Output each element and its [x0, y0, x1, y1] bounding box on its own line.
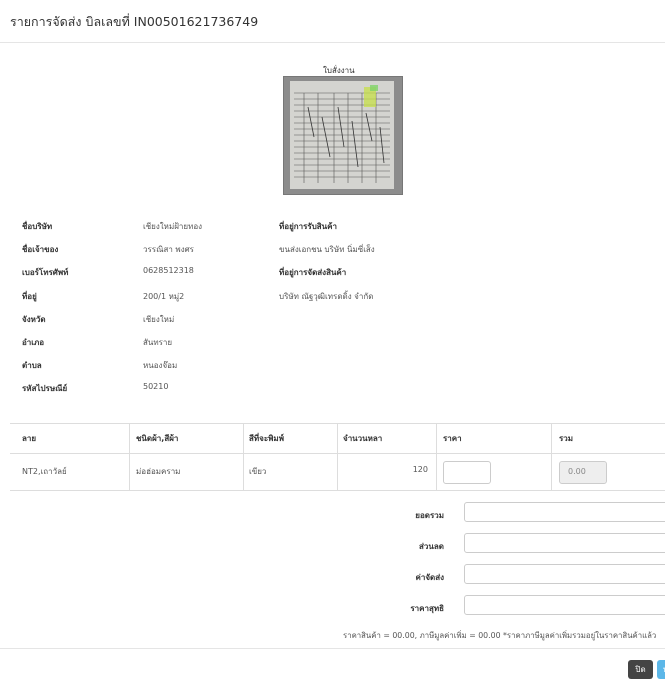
district-value: สันทราย — [143, 338, 173, 347]
district-label: อำเภอ — [22, 338, 45, 347]
col-header-price: ราคา — [443, 434, 462, 443]
phone-value: 0628512318 — [143, 266, 194, 275]
price-input[interactable] — [443, 461, 491, 484]
save-button[interactable]: บันทึก — [657, 660, 665, 679]
ship-address-label: ที่อยู่การจัดส่งสินค้า — [279, 268, 347, 277]
address-value: 200/1 หมู่2 — [143, 292, 185, 301]
total-input: 0.00 — [559, 461, 607, 484]
modal-header: รายการจัดส่ง บิลเลขที่ IN00501621736749 … — [0, 0, 665, 43]
province-label: จังหวัด — [22, 315, 46, 324]
row-print-color: เขียว — [249, 467, 267, 476]
net-price-label: ราคาสุทธิ — [410, 604, 444, 613]
shipping-label: ค่าจัดส่ง — [415, 573, 444, 582]
subdistrict-value: หนองจ๊อม — [143, 361, 178, 370]
col-divider — [243, 423, 244, 491]
col-divider — [129, 423, 130, 491]
col-header-fabric: ชนิดผ้า,สีผ้า — [136, 434, 179, 443]
subdistrict-label: ตำบล — [22, 361, 42, 370]
shipping-input[interactable] — [464, 564, 665, 584]
discount-input[interactable] — [464, 533, 665, 553]
company-label: ชื่อบริษัท — [22, 222, 53, 231]
discount-label: ส่วนลด — [419, 542, 444, 551]
net-price-input[interactable] — [464, 595, 665, 615]
owner-value: วรรณิสา พงศร — [143, 245, 194, 254]
address-label: ที่อยู่ — [22, 292, 37, 301]
postcode-value: 50210 — [143, 382, 169, 391]
col-header-yards: จำนวนหลา — [343, 434, 383, 443]
row-fabric: ม่อฮ่อมคราม — [136, 467, 181, 476]
col-divider — [551, 423, 552, 491]
postcode-label: รหัสไปรษณีย์ — [22, 384, 68, 393]
total-input-value: 0.00 — [568, 467, 586, 476]
pickup-address-value: ขนส่งเอกชน บริษัท นิ่มซี่เส็ง — [279, 245, 375, 254]
province-value: เชียงใหม่ — [143, 315, 175, 324]
pickup-address-label: ที่อยู่การรับสินค้า — [279, 222, 337, 231]
work-order-image[interactable] — [283, 76, 403, 195]
col-header-total: รวม — [559, 434, 574, 443]
col-header-pattern: ลาย — [22, 434, 37, 443]
col-divider — [337, 423, 338, 491]
footer-divider — [0, 648, 665, 649]
col-header-print-color: สีที่จะพิมพ์ — [249, 434, 284, 443]
row-pattern: NT2,เถาวัลย์ — [22, 467, 67, 476]
modal-title: รายการจัดส่ง บิลเลขที่ IN00501621736749 — [10, 14, 259, 29]
vat-note: ราคาสินค้า = 00.00, ภาษีมูลค่าเพิ่ม = 00… — [343, 631, 657, 640]
subtotal-label: ยอดรวม — [415, 511, 444, 520]
col-divider — [436, 423, 437, 491]
row-yards: 120 — [412, 465, 428, 474]
table-bottom-border — [10, 490, 665, 491]
close-button[interactable]: ปิด — [628, 660, 653, 679]
subtotal-input[interactable] — [464, 502, 665, 522]
company-value: เชียงใหม่ฝ้ายทอง — [143, 222, 203, 231]
ship-address-value: บริษัท ณัฐวุฒิเทรดดิ้ง จำกัด — [279, 292, 374, 301]
phone-label: เบอร์โทรศัพท์ — [22, 268, 69, 277]
owner-label: ชื่อเจ้าของ — [22, 245, 59, 254]
